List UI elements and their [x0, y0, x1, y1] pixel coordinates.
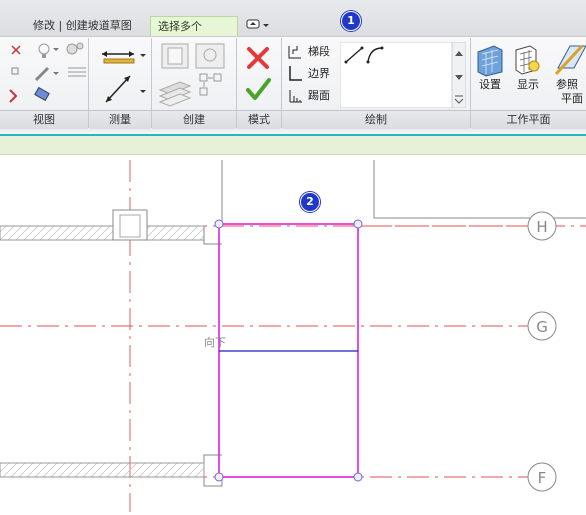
panel-create-label: 创建 — [152, 110, 236, 129]
cancel-edit-mode-icon[interactable] — [247, 47, 269, 69]
floor-plan-view: H G F — [0, 160, 586, 512]
endpoint-handle[interactable] — [353, 472, 363, 482]
panel-workplane-label: 工作平面 — [471, 110, 586, 129]
callout-badge-1: 1 — [341, 11, 361, 31]
hide-element-icon[interactable] — [11, 45, 21, 55]
grid-bubble-g[interactable]: G — [527, 311, 557, 341]
workplane-set-button[interactable]: 设置 — [479, 78, 501, 92]
aligned-dimension-icon[interactable] — [102, 51, 146, 64]
reference-plane-icon[interactable] — [554, 44, 586, 76]
grid-label-h: H — [536, 218, 547, 236]
tab-window-icon — [246, 19, 269, 29]
panel-draw-label: 绘制 — [282, 110, 470, 129]
mode-panel-tools — [246, 47, 271, 100]
ribbon: 修改 | 创建坡道草图 选择多个 1 视图 测量 创建 模式 梯段 边界 踢面 … — [0, 0, 586, 134]
riser-icon — [289, 90, 302, 103]
view-panel-tools — [9, 42, 86, 103]
grid-lines — [0, 160, 528, 512]
panel-view-label: 视图 — [0, 110, 88, 129]
draw-gallery-box — [340, 42, 466, 108]
draw-gallery — [340, 42, 466, 108]
create-group-icon[interactable] — [158, 81, 192, 107]
close-red-icon[interactable] — [9, 89, 18, 103]
bulb-icon[interactable] — [38, 43, 59, 58]
override-graphics-icon[interactable] — [66, 42, 84, 55]
panel-mode-label: 模式 — [237, 110, 281, 129]
reference-plane-button-line2[interactable]: 平面 — [561, 92, 583, 106]
endpoint-handle[interactable] — [353, 219, 363, 229]
workplane-icons — [477, 44, 586, 77]
reference-plane-button[interactable]: 参照 — [556, 78, 578, 92]
walls — [0, 160, 586, 487]
create-assembly-icon[interactable] — [161, 43, 189, 69]
ribbon-tab-bar: 修改 | 创建坡道草图 选择多个 — [0, 0, 586, 36]
panel-measure-label: 测量 — [89, 110, 151, 129]
grid-label-f: F — [538, 469, 547, 487]
create-panel-tools — [158, 43, 225, 107]
create-part-icon[interactable] — [195, 43, 225, 69]
draw-tool-run[interactable]: 梯段 — [308, 45, 330, 59]
endpoint-handle[interactable] — [214, 219, 224, 229]
draw-tool-boundary[interactable]: 边界 — [308, 67, 330, 81]
paint-brush-icon[interactable] — [34, 66, 59, 82]
quick-tab-dropdown[interactable] — [240, 16, 276, 36]
linework-icon[interactable] — [68, 67, 86, 77]
draw-tool-icons — [288, 46, 302, 103]
tab-modify-create-ramp-sketch[interactable]: 修改 | 创建坡道草图 — [26, 16, 150, 36]
options-bar — [0, 134, 586, 155]
boundary-icon — [289, 66, 302, 81]
workplane-show-button[interactable]: 显示 — [517, 78, 539, 92]
set-workplane-icon[interactable] — [477, 45, 503, 77]
tab-select-multiple[interactable]: 选择多个 — [150, 16, 238, 36]
show-workplane-icon[interactable] — [515, 45, 540, 75]
finish-edit-mode-icon[interactable] — [246, 78, 271, 100]
drawing-canvas[interactable]: H G F 向下 2 — [0, 156, 586, 512]
endpoint-handle[interactable] — [214, 472, 224, 482]
callout-badge-2: 2 — [300, 192, 320, 212]
grid-bubble-h[interactable]: H — [527, 211, 557, 241]
similar-icon[interactable] — [199, 73, 222, 96]
wall-top-left[interactable] — [0, 225, 205, 241]
square-icon[interactable] — [11, 67, 19, 75]
wall-bottom-left[interactable] — [0, 462, 205, 478]
grid-bubble-f[interactable]: F — [527, 462, 557, 492]
measure-panel-tools — [102, 51, 146, 103]
draw-tool-riser[interactable]: 踢面 — [308, 89, 330, 103]
measure-between-points-icon[interactable] — [105, 75, 146, 103]
eraser-icon[interactable] — [34, 86, 50, 102]
run-icon — [288, 46, 301, 59]
direction-label: 向下 — [204, 336, 226, 349]
grid-label-g: G — [536, 318, 548, 336]
